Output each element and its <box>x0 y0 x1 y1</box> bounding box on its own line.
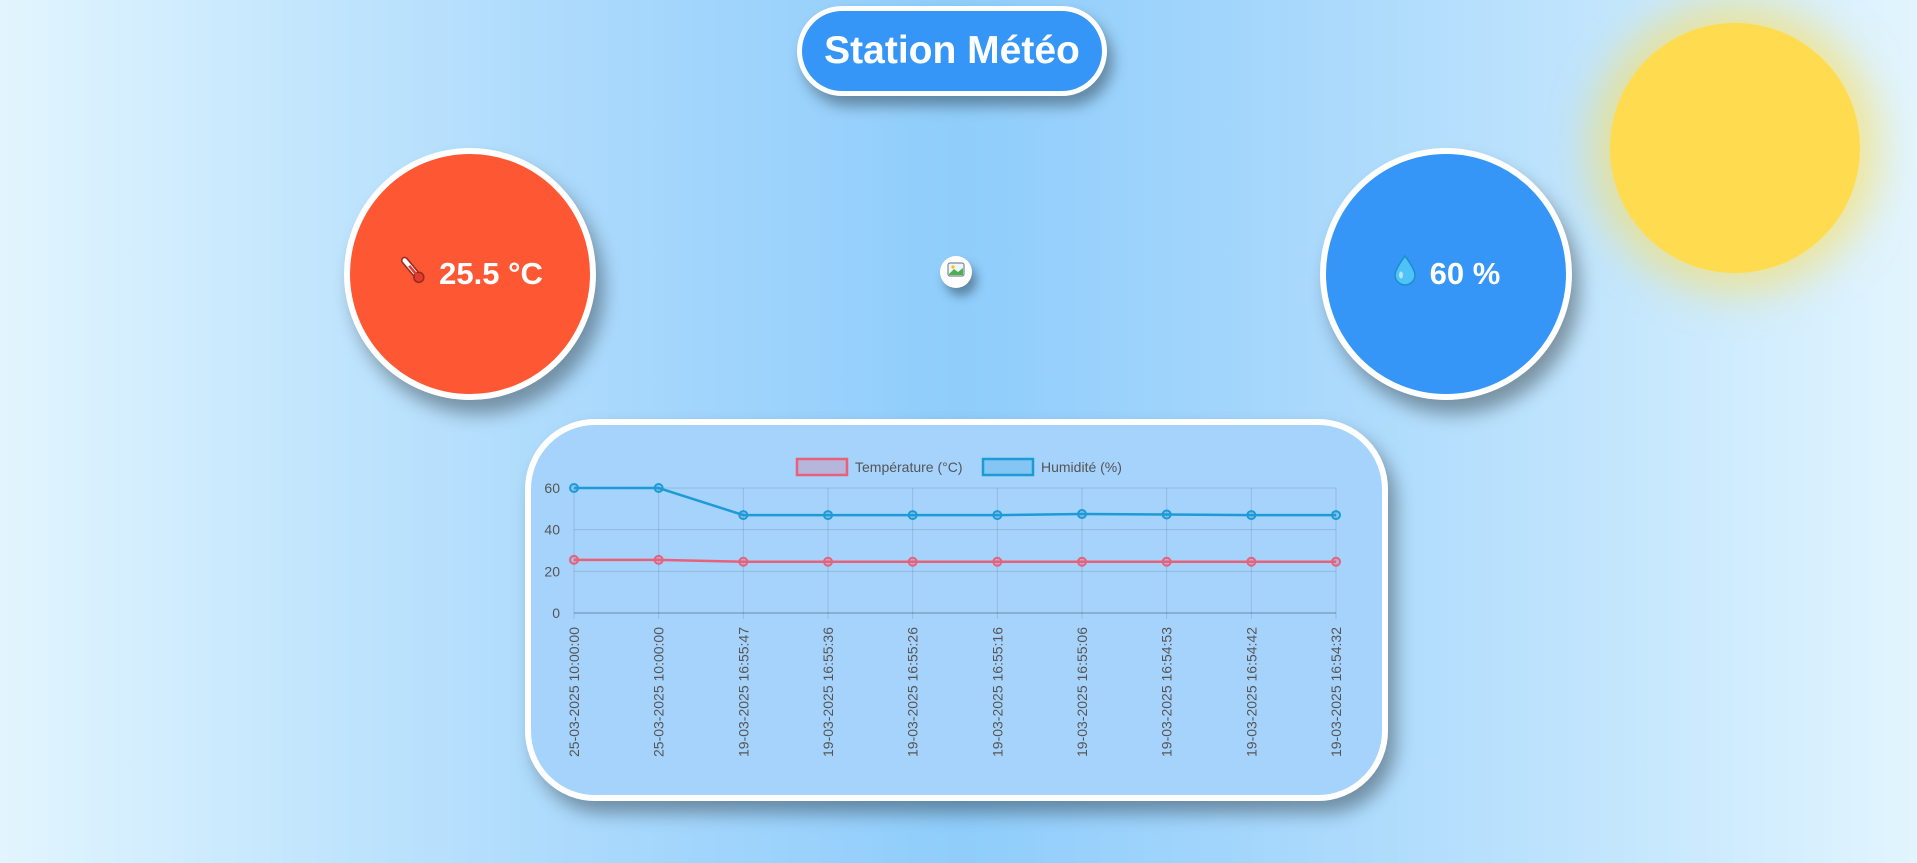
series-line <box>574 486 1336 517</box>
data-point <box>1161 509 1172 520</box>
thermometer-icon <box>397 253 427 295</box>
legend-label: Température (°C) <box>855 459 963 475</box>
data-point <box>1077 509 1087 520</box>
page-title: Station Météo <box>797 6 1107 96</box>
x-tick-label: 19-03-2025 16:54:42 <box>1243 627 1259 757</box>
weather-image-button[interactable] <box>940 256 972 288</box>
x-tick-label: 19-03-2025 16:55:06 <box>1074 627 1090 757</box>
y-tick-label: 40 <box>544 522 560 538</box>
weather-image-icon <box>946 261 966 284</box>
chart-card: 0 20 40 60 25-03-2025 10:00:00 25-03-2025 10:… <box>525 419 1388 801</box>
data-point <box>1246 510 1257 521</box>
data-point <box>823 556 833 567</box>
y-tick-label: 60 <box>544 480 560 496</box>
history-line-chart: 0 20 40 60 25-03-2025 10:00:00 25-03-2025 10:… <box>544 457 1344 757</box>
data-point <box>823 510 833 521</box>
temperature-value: 25.5 °C <box>439 256 543 291</box>
legend-swatch <box>795 457 849 477</box>
x-tick-label: 19-03-2025 16:55:26 <box>905 627 921 757</box>
x-tick-label: 25-03-2025 10:00:00 <box>566 627 582 757</box>
data-point <box>569 554 579 565</box>
data-point <box>738 510 749 521</box>
page-title-text: Station Météo <box>824 29 1080 72</box>
data-point <box>1331 510 1341 521</box>
data-point <box>907 510 918 521</box>
data-point <box>1161 556 1172 567</box>
x-tick-label: 19-03-2025 16:55:36 <box>820 627 836 757</box>
y-tick-label: 0 <box>552 605 560 621</box>
x-tick-label: 25-03-2025 10:00:00 <box>651 627 667 757</box>
temperature-card: 25.5 °C <box>344 148 596 400</box>
x-tick-label: 19-03-2025 16:54:32 <box>1328 627 1344 757</box>
data-point <box>1246 556 1257 567</box>
data-point <box>653 554 664 565</box>
y-tick-label: 20 <box>544 563 560 579</box>
series-line <box>574 558 1336 563</box>
data-point <box>992 556 1003 567</box>
humidity-card: 60 % <box>1320 148 1572 400</box>
x-tick-label: 19-03-2025 16:54:53 <box>1159 627 1175 757</box>
legend-label: Humidité (%) <box>1041 459 1122 475</box>
data-point <box>992 510 1003 521</box>
droplet-icon <box>1392 254 1418 294</box>
data-point <box>1331 556 1341 567</box>
humidity-value: 60 % <box>1429 256 1501 291</box>
x-tick-label: 19-03-2025 16:55:16 <box>989 627 1005 757</box>
data-point <box>653 483 664 493</box>
data-point <box>907 556 918 567</box>
x-tick-label: 19-03-2025 16:55:47 <box>735 627 751 757</box>
sun-decoration <box>1610 23 1860 273</box>
legend-swatch <box>981 457 1035 477</box>
data-point <box>1077 556 1087 567</box>
data-point <box>738 556 749 567</box>
data-point <box>569 483 579 493</box>
